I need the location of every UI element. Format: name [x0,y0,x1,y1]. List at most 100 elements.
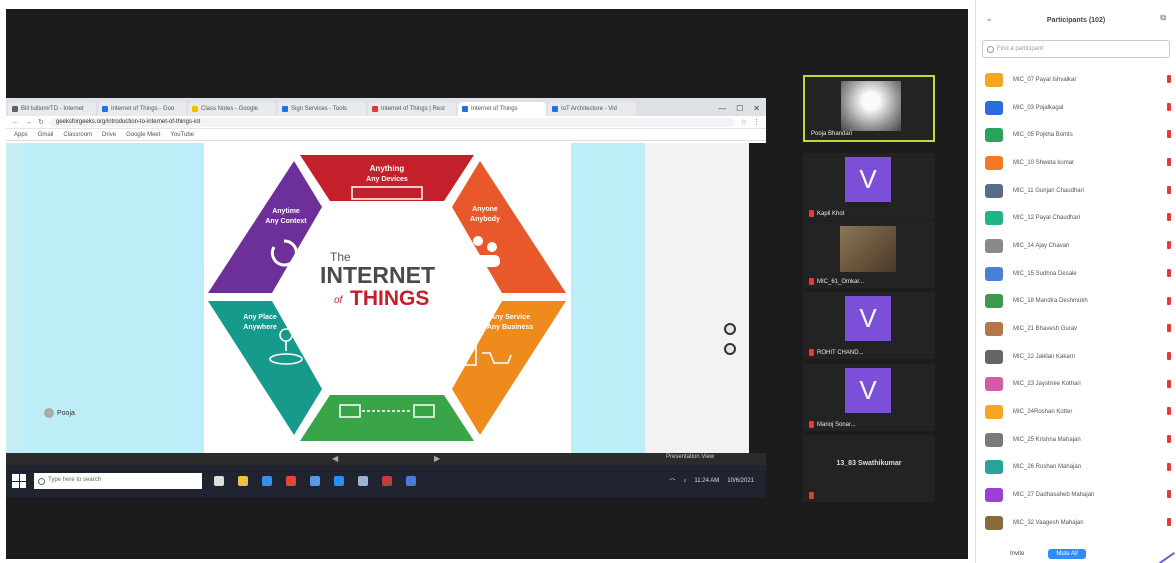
back-icon[interactable]: ← [12,119,19,126]
mute-all-button[interactable]: Mute All [1048,548,1086,559]
menu-icon[interactable]: ⋮ [753,118,760,126]
participant-row[interactable]: MIC_05 Pojkha Bomts [976,121,1176,149]
chrome-icon[interactable] [286,476,296,486]
tile-name-row: Kapil Khot [809,210,844,217]
browser-tab[interactable]: Internet of Things | Rest [368,102,456,116]
mic-muted-icon[interactable] [1167,296,1171,305]
mic-muted-icon[interactable] [1167,490,1171,499]
participant-row[interactable]: MIC_03 Pojalkagal [976,94,1176,122]
participant-row[interactable]: MIC_21 Bhavesh Gurav [976,315,1176,343]
forward-icon[interactable]: → [25,119,32,126]
clock-date[interactable]: 10/6/2021 [727,478,754,484]
minimize-icon[interactable]: — [718,104,726,113]
participant-row[interactable]: MIC_24Roshan Kotter [976,398,1176,426]
participant-row[interactable]: MIC_15 Sudhna Desale [976,260,1176,288]
browser-tab[interactable]: IoT Architecture - Vid [548,102,636,116]
maximize-icon[interactable]: ☐ [736,104,743,113]
presentation-view-label[interactable]: Presentation View [666,454,714,460]
zoom-icon[interactable] [334,476,344,486]
browser-tab[interactable]: Bill tuition#TD - Internet [8,102,96,116]
participant-row[interactable]: MIC_26 Roshan Mahajan [976,454,1176,482]
mic-muted-icon[interactable] [1167,518,1171,526]
tab-favicon-icon [372,106,378,112]
mic-muted-icon[interactable] [1167,185,1171,194]
mic-muted-icon[interactable] [1167,158,1171,167]
video-tile[interactable]: 13_83 Swathikumar [803,435,935,502]
mic-muted-icon[interactable] [1167,268,1171,277]
participant-row[interactable]: MIC_22 Jaiklan Kakarn [976,343,1176,371]
mic-muted-icon[interactable] [1167,351,1171,360]
bookmark-item[interactable]: Classroom [63,132,92,138]
windows-start-icon[interactable] [12,474,26,488]
dot-icon[interactable] [724,343,736,355]
tile-name-row: ROHIT CHAND... [809,349,864,356]
folder-icon[interactable] [238,476,248,486]
tab-favicon-icon [12,106,18,112]
browser-tab[interactable]: Internet of Things - Goo [98,102,186,116]
mic-muted-icon[interactable] [1167,324,1171,333]
bookmark-item[interactable]: Apps [14,132,28,138]
video-tile-active-speaker[interactable]: Pooja Bhandari [803,75,935,142]
participant-row[interactable]: MIC_27 Dadhasaheb Mahajan [976,481,1176,509]
participant-search-input[interactable]: Find a participant [982,40,1170,58]
close-icon[interactable]: ✕ [753,104,760,113]
mail-icon[interactable] [358,476,368,486]
participant-row[interactable]: MIC_12 Payal Chaudhari [976,204,1176,232]
app-icon[interactable] [382,476,392,486]
video-tile[interactable]: V ROHIT CHAND... [803,292,935,359]
browser-tab[interactable]: Sign Services - Tools [278,102,366,116]
url-field[interactable]: geeksforgeeks.org/introduction-to-intern… [49,117,735,127]
volume-icon[interactable]: ♪ [683,478,686,484]
bookmark-item[interactable]: Google Meet [126,132,160,138]
segment-label: Anything [370,164,405,173]
segment-label: Any Context [265,218,307,225]
edge-icon[interactable] [262,476,272,486]
video-tile[interactable]: V Manoj Sonar... [803,364,935,431]
participant-row[interactable]: MIC_32 Vaagesh Mahajan [976,509,1176,537]
browser-tab-active[interactable]: Internet of Things [458,102,546,116]
store-icon[interactable] [310,476,320,486]
mic-muted-icon[interactable] [1167,241,1171,250]
segment-label: Any Place [243,314,277,321]
segment-any-place [208,301,322,435]
participant-row[interactable]: MIC_07 Payal Ishvalkar [976,66,1176,94]
mic-muted-icon[interactable] [1167,102,1171,111]
task-view-icon[interactable] [214,476,224,486]
segment-label: Any Service [490,314,530,321]
popout-icon[interactable]: ⧉ [1160,13,1166,23]
wifi-icon[interactable]: ⌒ [669,477,675,486]
mic-muted-icon[interactable] [1167,434,1171,443]
home-icon[interactable] [724,323,736,335]
taskbar-search-input[interactable]: Type here to search [34,473,202,489]
mic-muted-icon[interactable] [1167,407,1171,416]
star-icon[interactable]: ☆ [741,118,747,126]
browser-tab[interactable]: Class Notes - Google [188,102,276,116]
app-icon[interactable] [406,476,416,486]
video-tile[interactable]: V Kapil Khot [803,153,935,220]
participant-row[interactable]: MIC_10 Shweta kumar [976,149,1176,177]
windows-taskbar: ◀ ▶ Presentation View Type here to searc… [6,453,766,498]
invite-button[interactable]: Invite [1010,551,1024,557]
side-controls [724,323,736,355]
bookmark-item[interactable]: Gmail [38,132,54,138]
mic-muted-icon[interactable] [1167,130,1171,139]
bookmark-item[interactable]: Drive [102,132,116,138]
mic-muted-icon[interactable] [1167,379,1171,388]
participant-row[interactable]: MIC_23 Jayshree Kothari [976,371,1176,399]
clock-time[interactable]: 11:24 AM [694,478,719,484]
segment-label: Any Path [372,370,402,377]
participant-row[interactable]: MIC_25 Krishna Mahajan [976,426,1176,454]
chevron-down-icon[interactable]: ⌄ [986,14,993,23]
mic-muted-icon[interactable] [1167,75,1171,83]
reload-icon[interactable]: ↻ [38,118,44,126]
chevron-left-icon[interactable]: ◀ [332,454,338,463]
video-tile[interactable]: MIC_61_Omkar... [803,221,935,288]
mic-muted-icon[interactable] [1167,462,1171,471]
mic-muted-icon[interactable] [1167,213,1171,222]
bookmark-item[interactable]: YouTube [170,132,194,138]
participant-row[interactable]: MIC_18 Mandira Deshmukh [976,288,1176,316]
chevron-right-icon[interactable]: ▶ [434,454,440,463]
participant-row[interactable]: MIC_14 Ajay Chavan [976,232,1176,260]
participant-row[interactable]: MIC_11 Gunjan Chaudhari [976,177,1176,205]
bookmarks-bar: Apps Gmail Classroom Drive Google Meet Y… [6,129,766,141]
